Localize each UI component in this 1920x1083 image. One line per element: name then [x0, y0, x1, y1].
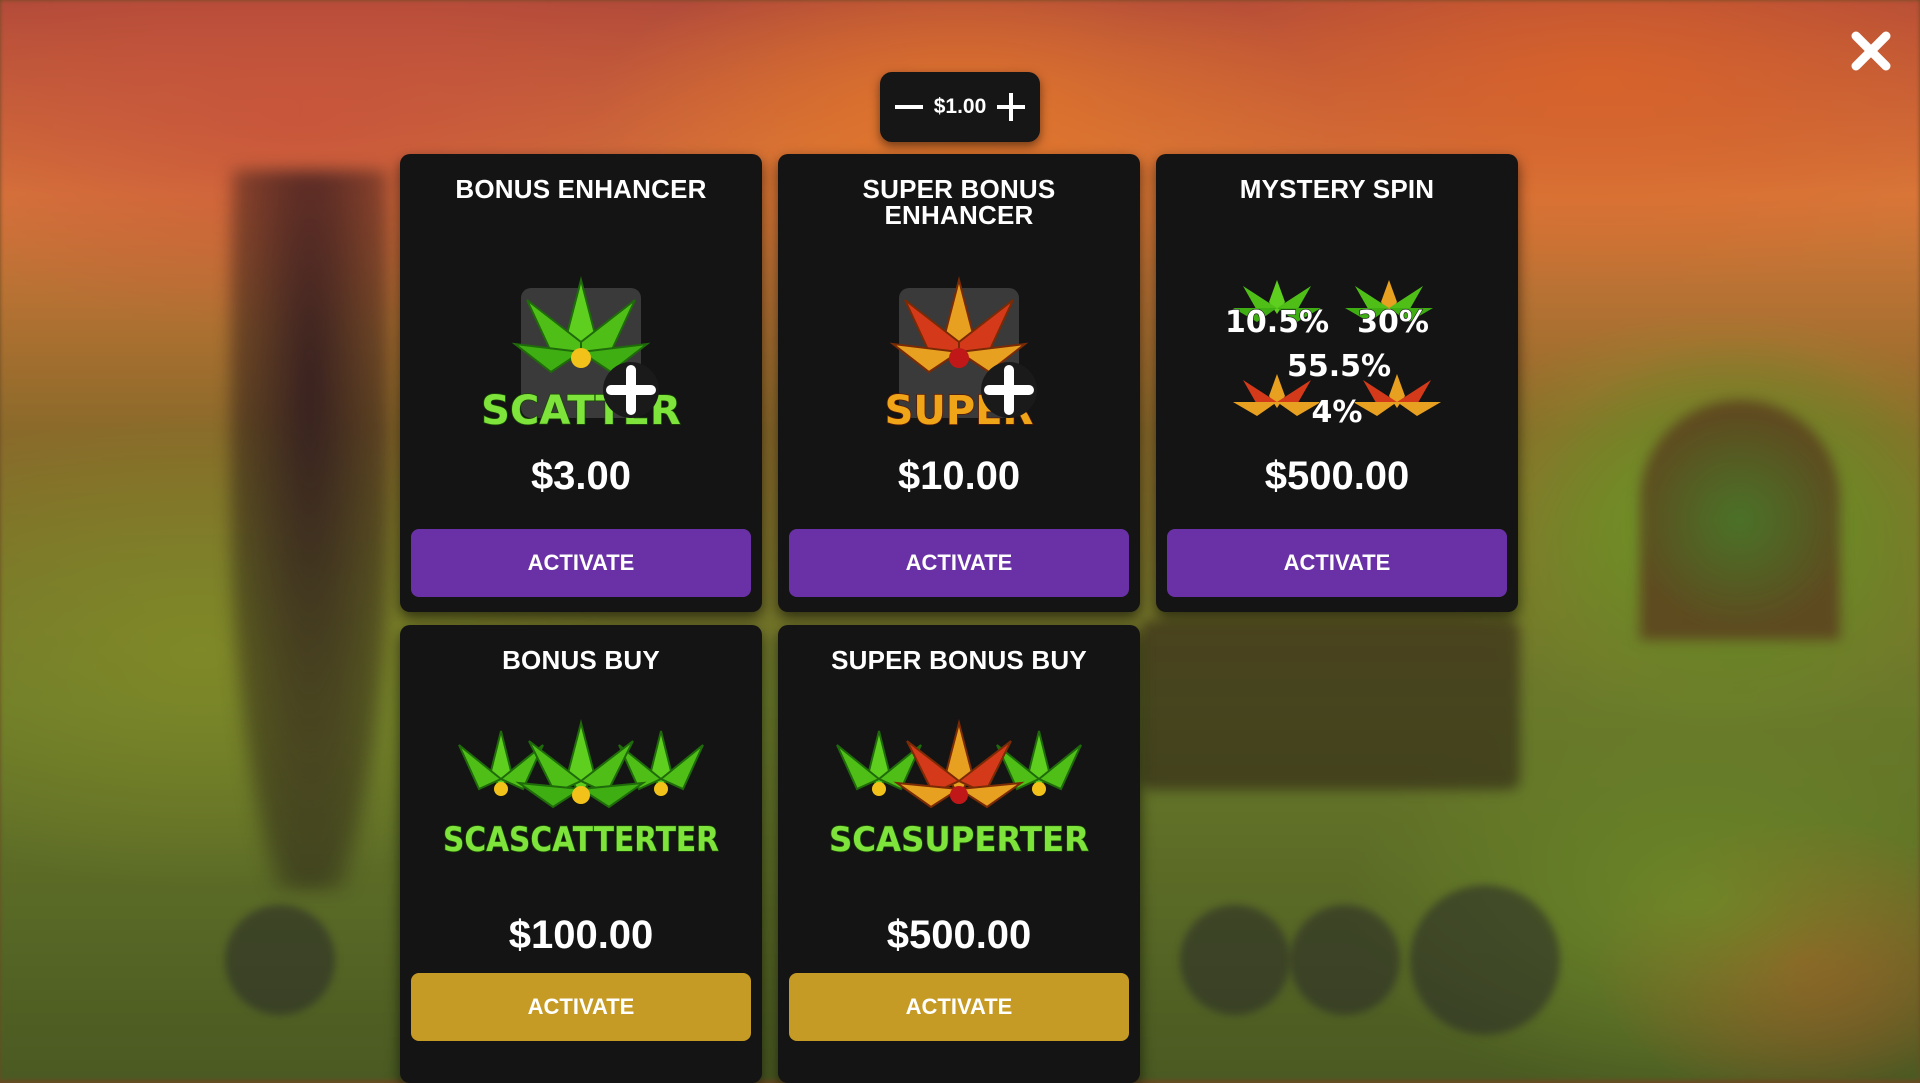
- background-hobbit-door: [1640, 400, 1840, 640]
- minus-icon: [895, 105, 923, 109]
- svg-text:SCASCATTERTER: SCASCATTERTER: [443, 820, 719, 860]
- background-control: [1290, 905, 1400, 1015]
- card-title: BONUS ENHANCER: [455, 174, 707, 204]
- super-plus-icon: SUPER: [884, 276, 1037, 435]
- svg-text:30%: 30%: [1357, 305, 1429, 340]
- bet-value: $1.00: [933, 95, 987, 118]
- svg-text:4%: 4%: [1312, 395, 1363, 430]
- activate-button-bonus-buy[interactable]: ACTIVATE: [411, 973, 751, 1041]
- activate-button-mystery-spin[interactable]: ACTIVATE: [1167, 529, 1507, 597]
- feature-card-bonus-buy: BONUS BUY SCASCATTERTER $100.00 ACTIVATE: [400, 625, 762, 1083]
- card-title: BONUS BUY: [502, 645, 660, 675]
- card-price: $3.00: [530, 454, 632, 498]
- background-spin-control: [1410, 885, 1560, 1035]
- background-control: [225, 905, 335, 1015]
- svg-text:55.5%: 55.5%: [1287, 349, 1391, 384]
- background-reels: [1140, 620, 1520, 790]
- bet-decrease-button[interactable]: [892, 90, 926, 124]
- svg-text:SCASUPERTER: SCASUPERTER: [829, 820, 1089, 860]
- card-title: SUPER BONUS BUY: [831, 645, 1087, 675]
- close-icon: [1851, 31, 1891, 71]
- card-price: $500.00: [886, 913, 1032, 957]
- triple-scatter-icon: SCASCATTERTER: [442, 719, 720, 861]
- activate-button-super-bonus-enhancer[interactable]: ACTIVATE: [789, 529, 1129, 597]
- activate-button-bonus-enhancer[interactable]: ACTIVATE: [411, 529, 751, 597]
- bet-increase-button[interactable]: [994, 90, 1028, 124]
- feature-card-super-bonus-enhancer: SUPER BONUS ENHANCER SUPER $10.00 ACTIVAT…: [778, 154, 1140, 612]
- bet-selector: $1.00: [880, 72, 1040, 142]
- scatter-super-scatter-icon: SCASUPERTER: [828, 719, 1090, 861]
- card-price: $500.00: [1264, 454, 1410, 498]
- background-character: [230, 170, 390, 890]
- background-control: [1180, 905, 1290, 1015]
- feature-card-bonus-enhancer: BONUS ENHANCER SCATTER $3.00 ACTIVATE: [400, 154, 762, 612]
- plus-icon: [997, 93, 1025, 121]
- activate-button-super-bonus-buy[interactable]: ACTIVATE: [789, 973, 1129, 1041]
- card-title: MYSTERY SPIN: [1239, 174, 1435, 204]
- close-button[interactable]: [1846, 26, 1896, 76]
- feature-card-mystery-spin: MYSTERY SPIN 10.5% 30% 55.5% 4% $500.00 …: [1156, 154, 1518, 612]
- card-price: $10.00: [897, 454, 1021, 498]
- mystery-odds-icon: 10.5% 30% 55.5% 4%: [1224, 280, 1441, 431]
- feature-card-super-bonus-buy: SUPER BONUS BUY SCASUPERTER $500.00 ACTI…: [778, 625, 1140, 1083]
- scatter-plus-icon: SCATTER: [480, 276, 682, 435]
- card-price: $100.00: [508, 913, 654, 957]
- svg-text:10.5%: 10.5%: [1225, 305, 1329, 340]
- card-title: SUPER BONUS ENHANCER: [862, 174, 1056, 230]
